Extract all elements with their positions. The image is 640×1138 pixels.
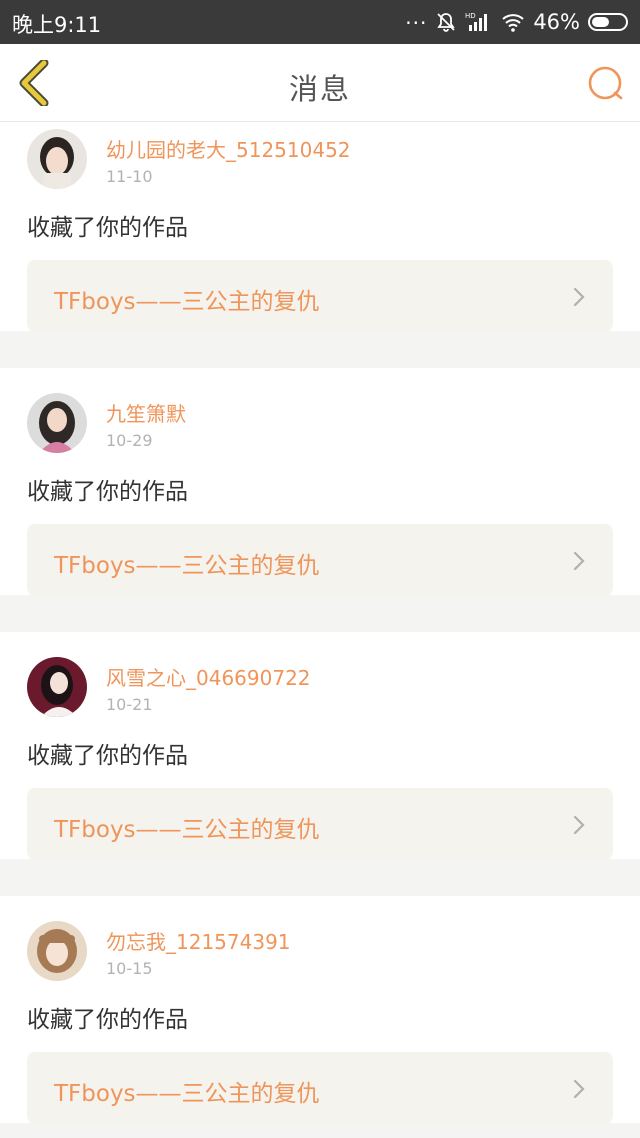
mute-bell-icon: [435, 11, 457, 33]
action-text: 收藏了你的作品: [27, 479, 188, 505]
work-link[interactable]: TFboys——三公主的复仇: [27, 1052, 613, 1124]
message-date: 10-15: [106, 959, 153, 978]
message-card: 风雪之心_046690722 10-21 收藏了你的作品 TFboys——三公主…: [0, 632, 640, 860]
chevron-right-icon: [573, 1079, 585, 1099]
work-title: TFboys——三公主的复仇: [54, 289, 320, 315]
page-title: 消息: [288, 72, 351, 106]
chevron-right-icon: [573, 551, 585, 571]
work-title: TFboys——三公主的复仇: [54, 553, 320, 579]
username[interactable]: 幼儿园的老大_512510452: [106, 134, 351, 163]
work-link[interactable]: TFboys——三公主的复仇: [27, 524, 613, 596]
message-date: 10-21: [106, 695, 153, 714]
action-text: 收藏了你的作品: [27, 215, 188, 241]
message-card: 勿忘我_121574391 10-15 收藏了你的作品 TFboys——三公主的…: [0, 896, 640, 1124]
work-link[interactable]: TFboys——三公主的复仇: [27, 260, 613, 332]
search-icon: [588, 66, 623, 100]
status-dots: ...: [405, 5, 428, 29]
wifi-icon: [501, 11, 525, 33]
status-time: 晚上9:11: [12, 13, 102, 37]
message-date: 11-10: [106, 167, 153, 186]
avatar[interactable]: [27, 129, 87, 189]
nav-bar: 消息: [0, 44, 640, 122]
status-bar: 晚上9:11 ... HD 46%: [0, 0, 640, 44]
avatar[interactable]: [27, 921, 87, 981]
hd-signal-icon: HD: [465, 11, 493, 33]
username[interactable]: 勿忘我_121574391: [106, 926, 291, 955]
svg-text:HD: HD: [465, 12, 476, 20]
message-date: 10-29: [106, 431, 153, 450]
avatar[interactable]: [27, 393, 87, 453]
chevron-right-icon: [573, 815, 585, 835]
chevron-right-icon: [573, 287, 585, 307]
action-text: 收藏了你的作品: [27, 743, 188, 769]
work-title: TFboys——三公主的复仇: [54, 1081, 320, 1107]
work-link[interactable]: TFboys——三公主的复仇: [27, 788, 613, 860]
message-card: 幼儿园的老大_512510452 11-10 收藏了你的作品 TFboys——三…: [0, 123, 640, 332]
search-button[interactable]: [586, 64, 626, 104]
message-card: 九笙箫默 10-29 收藏了你的作品 TFboys——三公主的复仇: [0, 368, 640, 596]
work-title: TFboys——三公主的复仇: [54, 817, 320, 843]
battery-percent: 46%: [533, 10, 580, 34]
avatar[interactable]: [27, 657, 87, 717]
username[interactable]: 九笙箫默: [106, 398, 186, 427]
status-icons: ... HD 46%: [405, 5, 630, 36]
username[interactable]: 风雪之心_046690722: [106, 662, 311, 691]
message-feed[interactable]: 幼儿园的老大_512510452 11-10 收藏了你的作品 TFboys——三…: [0, 123, 640, 1138]
battery-icon: [588, 11, 630, 33]
action-text: 收藏了你的作品: [27, 1007, 188, 1033]
